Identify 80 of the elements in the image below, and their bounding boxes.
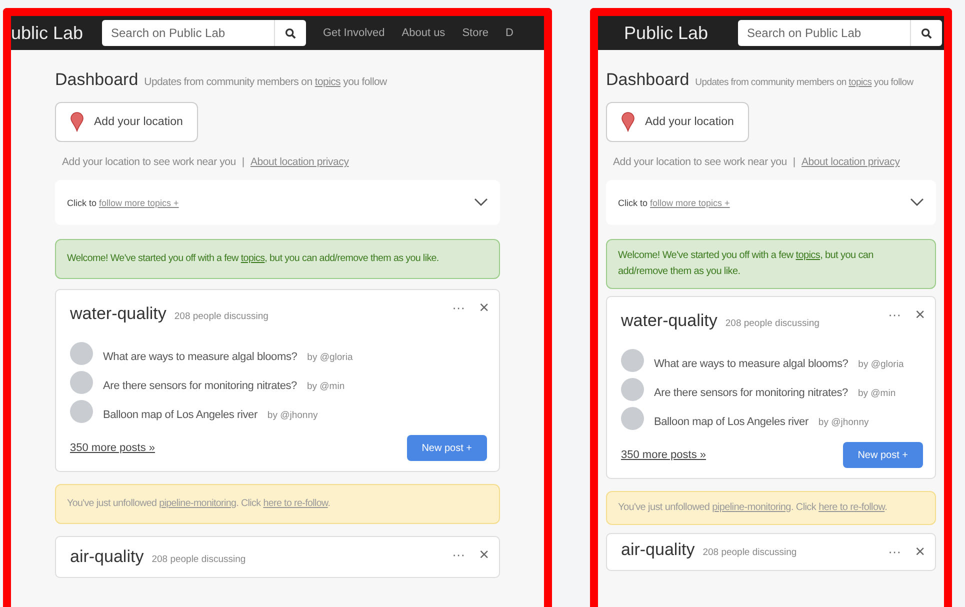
discussion-count: 208 people discussing — [174, 311, 268, 322]
follow-prompt: Click to follow more topics + — [67, 198, 179, 208]
add-location-button[interactable]: Add your location — [55, 102, 198, 142]
discussion-count: 208 people discussing — [152, 554, 246, 565]
post-title-link[interactable]: Balloon map of Los Angeles river — [103, 408, 258, 420]
nav-link[interactable]: Store — [462, 27, 488, 39]
topic-title[interactable]: water-quality — [70, 304, 166, 324]
map-pin-icon — [70, 112, 84, 132]
post-author: by @gloria — [858, 359, 904, 370]
topic-title[interactable]: air-quality — [621, 540, 695, 560]
post-author: by @jhonny — [267, 410, 318, 421]
post-title-link[interactable]: What are ways to measure algal blooms? — [654, 358, 848, 370]
discussion-count: 208 people discussing — [702, 547, 797, 558]
more-options-button[interactable]: ··· — [888, 545, 902, 558]
new-post-button[interactable]: New post + — [406, 435, 487, 461]
search-icon — [284, 28, 296, 38]
text-link[interactable]: topics — [848, 77, 872, 88]
more-options-button[interactable]: ··· — [888, 308, 902, 321]
search-icon — [920, 28, 932, 38]
unfollow-message: You've just unfollowed pipeline-monitoring. Click here to re-follow. — [618, 502, 888, 513]
post-author: by @min — [858, 388, 896, 399]
more-posts-link[interactable]: 350 more posts » — [70, 442, 155, 454]
close-button[interactable]: × — [915, 306, 925, 323]
search-button[interactable] — [910, 20, 941, 46]
post-title-link[interactable]: Balloon map of Los Angeles river — [654, 416, 808, 428]
avatar-photo — [621, 349, 644, 372]
follow-topics-link[interactable]: follow more topics + — [650, 198, 730, 208]
post-title-link[interactable]: Are there sensors for monitoring nitrates? — [103, 380, 297, 392]
text-link[interactable]: topics — [796, 250, 820, 261]
more-options-button[interactable]: ··· — [452, 548, 466, 561]
post-title-link[interactable]: What are ways to measure algal blooms? — [103, 350, 298, 362]
more-options-button[interactable]: ··· — [452, 301, 466, 314]
avatar-photo — [70, 342, 93, 365]
unfollow-message: You've just unfollowed pipeline-monitoring. Click here to re-follow. — [67, 498, 330, 509]
chevron-icon[interactable] — [474, 198, 488, 207]
post-author: by @min — [306, 381, 345, 392]
site-logo[interactable]: ublic Lab — [11, 22, 85, 44]
text-link[interactable]: topics — [314, 76, 341, 88]
page-subtitle: Updates from community members on topics you follow — [695, 77, 914, 88]
close-button[interactable]: × — [479, 546, 489, 563]
nav-link[interactable]: Get Involved — [323, 27, 385, 39]
new-post-button[interactable]: New post + — [842, 442, 923, 468]
nav-link[interactable]: About us — [402, 27, 446, 39]
follow-prompt: Click to follow more topics + — [618, 198, 730, 208]
discussion-count: 208 people discussing — [725, 318, 820, 329]
page-title: Dashboard — [606, 70, 690, 90]
post-title-link[interactable]: Are there sensors for monitoring nitrates? — [654, 386, 848, 398]
search-input[interactable]: Search on Public Lab — [102, 20, 274, 46]
avatar-photo — [621, 378, 644, 401]
avatar-photo — [70, 371, 93, 394]
search-button[interactable] — [274, 20, 305, 46]
privacy-link[interactable]: About location privacy — [801, 156, 900, 168]
search-field[interactable]: Search on Public Lab — [738, 20, 942, 46]
close-button[interactable]: × — [479, 299, 489, 316]
separator: | — [242, 156, 244, 168]
close-button[interactable]: × — [915, 543, 925, 560]
avatar-photo — [621, 407, 644, 430]
follow-topics-link[interactable]: follow more topics + — [99, 198, 179, 208]
search-field[interactable]: Search on Public Lab — [102, 20, 306, 46]
page-subtitle: Updates from community members on topics you follow — [144, 76, 387, 88]
map-pin-icon — [621, 112, 635, 132]
text-link[interactable]: topics — [240, 253, 265, 264]
topic-title[interactable]: water-quality — [621, 311, 718, 331]
search-input[interactable]: Search on Public Lab — [738, 20, 910, 46]
location-note: Add your location to see work near you — [613, 156, 787, 168]
more-posts-link[interactable]: 350 more posts » — [621, 449, 706, 461]
site-logo[interactable]: Public Lab — [614, 22, 724, 44]
add-location-button[interactable]: Add your location — [606, 102, 749, 142]
welcome-message: Welcome! We've started you off with a few topics, but you can add/remove them as you like. — [67, 253, 439, 264]
separator: | — [792, 156, 796, 168]
welcome-message: Welcome! We've started you off with a few topics, but you can add/remove them as you like. — [618, 250, 874, 277]
post-author: by @gloria — [307, 352, 353, 363]
topic-title[interactable]: air-quality — [70, 547, 144, 567]
post-author: by @jhonny — [818, 417, 869, 428]
page-title: Dashboard — [55, 70, 138, 90]
chevron-icon[interactable] — [910, 198, 924, 207]
privacy-link[interactable]: About location privacy — [250, 156, 349, 168]
location-note: Add your location to see work near you — [62, 156, 236, 168]
avatar-photo — [70, 400, 93, 423]
nav-link[interactable]: D — [505, 27, 514, 39]
